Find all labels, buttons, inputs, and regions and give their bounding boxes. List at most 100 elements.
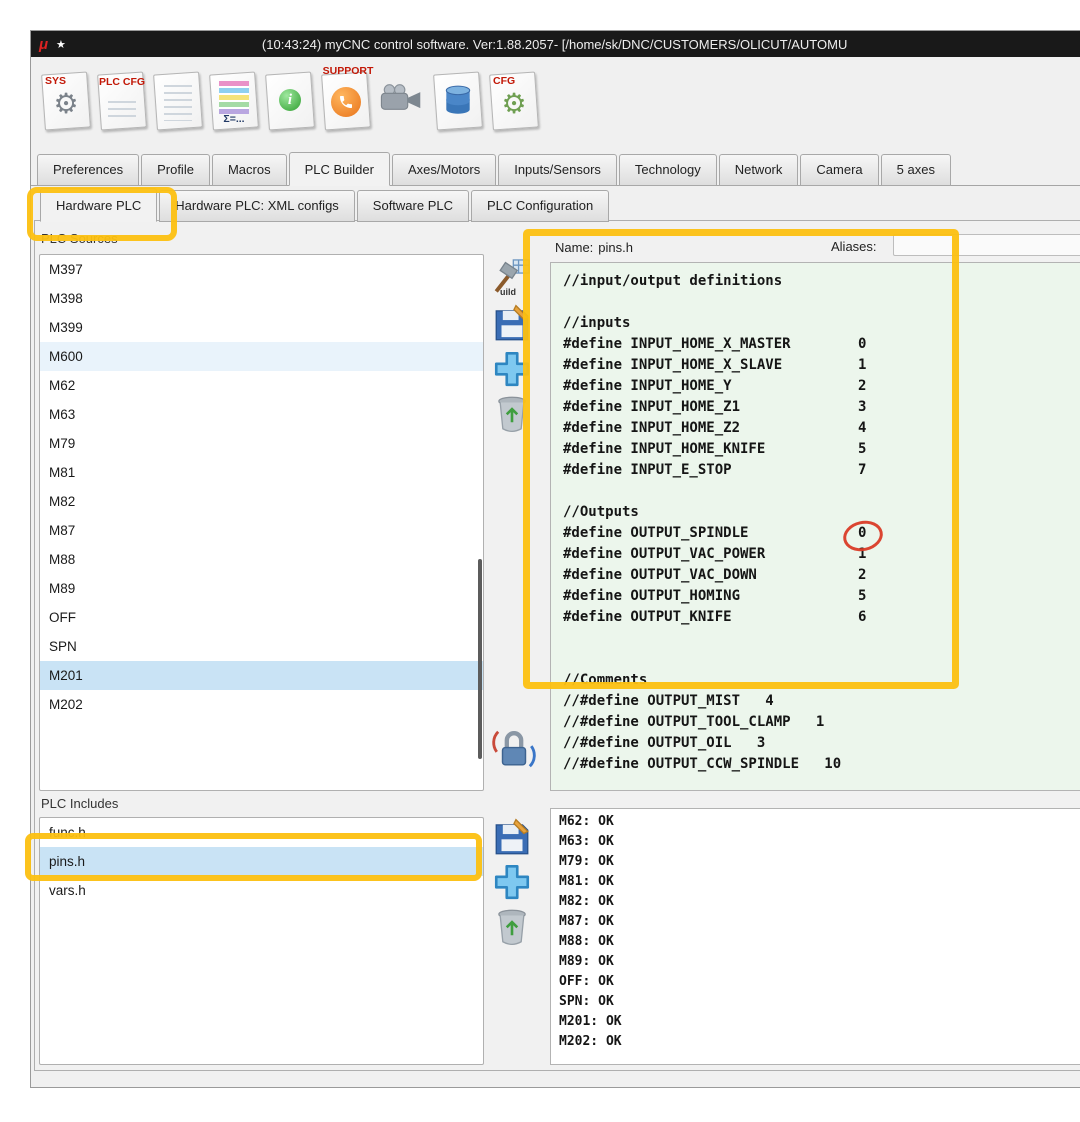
log-line-m81-ok: M81: OK xyxy=(559,874,614,889)
tab-technology[interactable]: Technology xyxy=(618,154,717,186)
code-line-blank[interactable] xyxy=(563,630,1080,651)
plc-builder-tab-bar: Hardware PLC Hardware PLC: XML configs Sof… xyxy=(34,187,1080,222)
document-lines-icon xyxy=(164,85,192,121)
lock-unlock-button[interactable] xyxy=(491,726,537,772)
subtab-hardware-plc[interactable]: Hardware PLC xyxy=(40,188,158,222)
tab-5-axes[interactable]: 5 axes xyxy=(880,154,951,186)
floppy-save-icon xyxy=(495,304,529,341)
source-item-m398[interactable]: M398 xyxy=(40,284,483,313)
aliases-input[interactable] xyxy=(893,234,1080,256)
tab-axes-motors[interactable]: Axes/Motors xyxy=(391,154,497,186)
build-log-panel: M62: OK M63: OK M79: OK M81: OK M82: OK M87: … xyxy=(550,808,1080,1065)
code-line-blank[interactable] xyxy=(563,651,1080,672)
log-line-m87-ok: M87: OK xyxy=(559,914,614,929)
subtab-plc-configuration[interactable]: PLC Configuration xyxy=(471,190,610,222)
cfg-label: CFG xyxy=(493,75,516,87)
source-item-m399[interactable]: M399 xyxy=(40,313,483,342)
subtab-software-plc[interactable]: Software PLC xyxy=(356,190,469,222)
code-line-define-output-mist-4[interactable]: //#define OUTPUT_MIST 4 xyxy=(563,693,1080,714)
support-button[interactable]: SUPPORT xyxy=(319,65,373,135)
log-line-m201-ok: M201: OK xyxy=(559,1014,622,1029)
code-line-define-output-tool-clamp-1[interactable]: //#define OUTPUT_TOOL_CLAMP 1 xyxy=(563,714,1080,735)
tab-inputs-sensors[interactable]: Inputs/Sensors xyxy=(498,154,617,186)
title-bar[interactable]: μ ★ (10:43:24) myCNC control software. V… xyxy=(31,31,1080,57)
source-item-m202[interactable]: M202 xyxy=(40,690,483,719)
code-line-define-output-spindle-0[interactable]: #define OUTPUT_SPINDLE 0 xyxy=(563,525,1080,546)
file-name-row: Name: pins.h xyxy=(555,236,633,258)
tab-preferences[interactable]: Preferences xyxy=(37,154,140,186)
source-item-m81[interactable]: M81 xyxy=(40,458,483,487)
support-label: SUPPORT xyxy=(322,65,374,77)
code-line-define-input-home-x-slave-1[interactable]: #define INPUT_HOME_X_SLAVE 1 xyxy=(563,357,1080,378)
code-line-define-output-oil-3[interactable]: //#define OUTPUT_OIL 3 xyxy=(563,735,1080,756)
code-line-define-input-e-stop-7[interactable]: #define INPUT_E_STOP 7 xyxy=(563,462,1080,483)
code-line-define-input-home-z1-3[interactable]: #define INPUT_HOME_Z1 3 xyxy=(563,399,1080,420)
source-item-m89[interactable]: M89 xyxy=(40,574,483,603)
include-item-func-h[interactable]: func.h xyxy=(40,818,483,847)
source-item-m201[interactable]: M201 xyxy=(40,661,483,690)
code-line-define-output-knife-6[interactable]: #define OUTPUT_KNIFE 6 xyxy=(563,609,1080,630)
source-item-m79[interactable]: M79 xyxy=(40,429,483,458)
save-include-button[interactable] xyxy=(491,817,533,859)
log-line-m79-ok: M79: OK xyxy=(559,854,614,869)
code-line-comments[interactable]: //Comments xyxy=(563,672,1080,693)
code-line-define-output-ccw-spindle-10[interactable]: //#define OUTPUT_CCW_SPINDLE 10 xyxy=(563,756,1080,777)
build-button[interactable]: uild xyxy=(491,256,533,298)
tab-network[interactable]: Network xyxy=(718,154,799,186)
source-item-m397[interactable]: M397 xyxy=(40,255,483,284)
delete-include-button[interactable] xyxy=(491,905,533,947)
log-line-m88-ok: M88: OK xyxy=(559,934,614,949)
code-line-define-input-home-x-master-0[interactable]: #define INPUT_HOME_X_MASTER 0 xyxy=(563,336,1080,357)
document-button[interactable] xyxy=(151,65,205,135)
log-line-m63-ok: M63: OK xyxy=(559,834,614,849)
include-item-vars-h[interactable]: vars.h xyxy=(40,876,483,905)
code-line-define-input-home-y-2[interactable]: #define INPUT_HOME_Y 2 xyxy=(563,378,1080,399)
code-line-blank[interactable] xyxy=(563,483,1080,504)
code-line-define-input-home-knife-5[interactable]: #define INPUT_HOME_KNIFE 5 xyxy=(563,441,1080,462)
tab-camera[interactable]: Camera xyxy=(800,154,879,186)
plc-cfg-button[interactable]: PLC CFG xyxy=(95,65,149,135)
code-line-outputs[interactable]: //Outputs xyxy=(563,504,1080,525)
tab-macros[interactable]: Macros xyxy=(211,154,287,186)
source-item-m87[interactable]: M87 xyxy=(40,516,483,545)
add-source-button[interactable] xyxy=(491,348,533,390)
save-source-button[interactable] xyxy=(491,303,533,345)
source-item-m600[interactable]: M600 xyxy=(40,342,483,371)
code-line-define-output-vac-power-1[interactable]: #define OUTPUT_VAC_POWER 1 xyxy=(563,546,1080,567)
plc-includes-label: PLC Includes xyxy=(41,796,119,811)
source-item-spn[interactable]: SPN xyxy=(40,632,483,661)
code-line-define-output-vac-down-2[interactable]: #define OUTPUT_VAC_DOWN 2 xyxy=(563,567,1080,588)
file-name-value: pins.h xyxy=(598,239,633,255)
sys-label: SYS xyxy=(45,75,67,87)
code-line-input-output-definitions[interactable]: //input/output definitions xyxy=(563,273,1080,294)
add-include-button[interactable] xyxy=(491,861,533,903)
code-line-inputs[interactable]: //inputs xyxy=(563,315,1080,336)
aliases-label: Aliases: xyxy=(831,239,877,254)
macro-list-button[interactable]: Σ=... xyxy=(207,65,261,135)
source-item-off[interactable]: OFF xyxy=(40,603,483,632)
code-lines: //input/output definitions//inputs #defin… xyxy=(551,263,1080,777)
cfg-button[interactable]: CFG ⚙ xyxy=(487,65,541,135)
sys-settings-button[interactable]: SYS ⚙ xyxy=(39,65,93,135)
code-line-define-input-home-z2-4[interactable]: #define INPUT_HOME_Z2 4 xyxy=(563,420,1080,441)
window-title: (10:43:24) myCNC control software. Ver:1… xyxy=(261,36,848,52)
tab-profile[interactable]: Profile xyxy=(141,154,210,186)
info-button[interactable]: i xyxy=(263,65,317,135)
source-item-m63[interactable]: M63 xyxy=(40,400,483,429)
source-item-m88[interactable]: M88 xyxy=(40,545,483,574)
log-line-off-ok: OFF: OK xyxy=(559,974,614,989)
scrollbar-thumb[interactable] xyxy=(478,559,482,759)
camera-button[interactable] xyxy=(375,65,429,135)
subtab-hardware-plc-xml-configs[interactable]: Hardware PLC: XML configs xyxy=(159,190,355,222)
code-line-define-output-homing-5[interactable]: #define OUTPUT_HOMING 5 xyxy=(563,588,1080,609)
source-item-m62[interactable]: M62 xyxy=(40,371,483,400)
log-line-m202-ok: M202: OK xyxy=(559,1034,622,1049)
include-item-pins-h[interactable]: pins.h xyxy=(40,847,483,876)
plc-code-editor[interactable]: //input/output definitions//inputs #defin… xyxy=(550,262,1080,791)
tab-plc-builder[interactable]: PLC Builder xyxy=(288,152,390,186)
delete-source-button[interactable] xyxy=(491,392,533,434)
video-camera-icon xyxy=(380,84,421,110)
source-item-m82[interactable]: M82 xyxy=(40,487,483,516)
code-line-blank[interactable] xyxy=(563,294,1080,315)
database-button[interactable] xyxy=(431,65,485,135)
